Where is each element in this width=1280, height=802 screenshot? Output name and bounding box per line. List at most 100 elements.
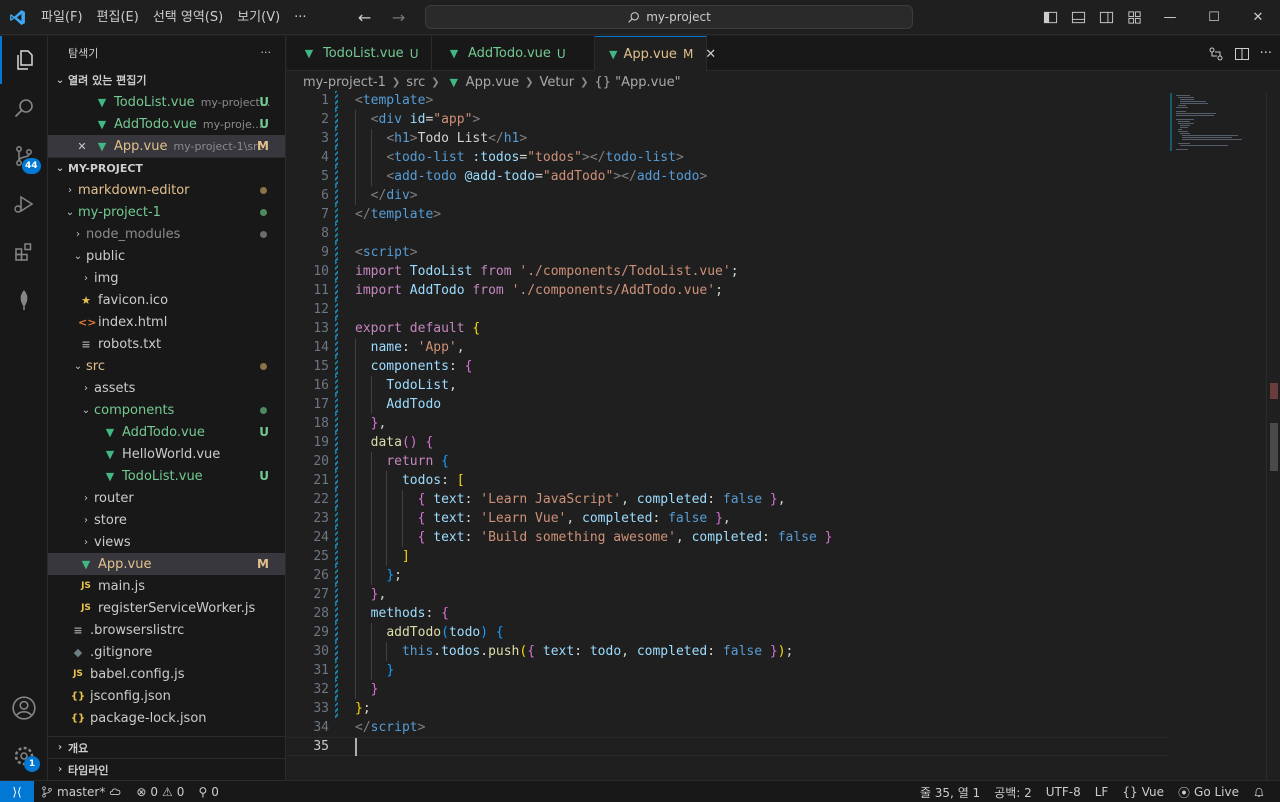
tab-close-icon[interactable]: ✕ [705,47,716,62]
code-line[interactable]: 21 todos: [ [287,471,1167,490]
code-line[interactable]: 5 <add-todo @add-todo="addTodo"></add-to… [287,167,1167,186]
code-line[interactable]: 7 </template> [287,205,1167,224]
tree-folder[interactable]: ⌄ my-project-1 [48,201,285,223]
code-line[interactable]: 34 </script> [287,718,1167,737]
project-section[interactable]: ⌄ MY-PROJECT [48,157,285,179]
tree-file[interactable]: {} jsconfig.json [48,685,285,707]
explorer-more-button[interactable]: ··· [261,46,272,59]
code-line[interactable]: 26 }; [287,566,1167,585]
extensions-icon[interactable] [0,228,48,276]
code-line[interactable]: 22 { text: 'Learn JavaScript', completed… [287,490,1167,509]
ports-status[interactable]: ⚲ 0 [191,781,225,802]
mongodb-leaf-icon[interactable] [0,276,48,324]
code-line[interactable]: 1 <template> [287,91,1167,110]
menu-edit[interactable]: 편집(E) [90,0,146,35]
code-line[interactable]: 30 this.todos.push({ text: todo, complet… [287,642,1167,661]
cursor-position[interactable]: 줄 35, 열 1 [913,781,987,802]
open-editor-item[interactable]: ▼ AddTodo.vue my-proje... U [48,113,285,135]
code-line[interactable]: 6 </div> [287,186,1167,205]
forward-arrow-icon[interactable]: → [388,8,410,27]
tree-file[interactable]: ≡ robots.txt [48,333,285,355]
close-window-icon[interactable]: ✕ [1236,0,1280,35]
code-line[interactable]: 2 <div id="app"> [287,110,1167,129]
code-line[interactable]: 4 <todo-list :todos="todos"></todo-list> [287,148,1167,167]
code-line[interactable]: 31 } [287,661,1167,680]
tab-todolist[interactable]: ▼ TodoList.vue U [287,36,432,71]
language-mode[interactable]: {} Vue [1115,781,1171,802]
vertical-scrollbar[interactable] [1266,93,1280,780]
code-editor[interactable]: 1 <template> 2 <div id="app"> 3 <h1>Todo Li… [287,91,1167,780]
toggle-panel-icon[interactable] [1064,0,1092,35]
tree-file[interactable]: ▼ TodoList.vue U [48,465,285,487]
tree-file[interactable]: ▼ HelloWorld.vue [48,443,285,465]
tree-file-selected[interactable]: ▼ App.vue M [48,553,285,575]
tree-file[interactable]: JS main.js [48,575,285,597]
code-line[interactable]: 10 import TodoList from './components/Tod… [287,262,1167,281]
run-debug-icon[interactable] [0,180,48,228]
open-editors-section[interactable]: ⌄ 열려 있는 편집기 [48,69,285,91]
code-line[interactable]: 23 { text: 'Learn Vue', completed: false… [287,509,1167,528]
customize-layout-icon[interactable] [1120,0,1148,35]
code-line[interactable]: 13 export default { [287,319,1167,338]
sync-icon[interactable] [109,786,122,798]
menu-more[interactable]: ··· [287,0,313,35]
code-line[interactable]: 9 <script> [287,243,1167,262]
editor-more-button[interactable]: ··· [1260,46,1272,61]
code-line[interactable]: 33}; [287,699,1167,718]
minimap[interactable] [1170,93,1266,153]
breadcrumb-item[interactable]: src [406,75,425,90]
back-arrow-icon[interactable]: ← [354,8,376,27]
code-line[interactable]: 29 addTodo(todo) { [287,623,1167,642]
code-line[interactable]: 14 name: 'App', [287,338,1167,357]
code-line[interactable]: 20 return { [287,452,1167,471]
breadcrumb-item[interactable]: Vetur [540,75,575,90]
breadcrumb-item[interactable]: App.vue [466,75,519,90]
problems-status[interactable]: ⊗ 0 ⚠ 0 [129,781,191,802]
code-line[interactable]: 17 AddTodo [287,395,1167,414]
code-line[interactable]: 3 <h1>Todo List</h1> [287,129,1167,148]
close-editor-icon[interactable]: ✕ [74,140,90,153]
tree-file[interactable]: ★ favicon.ico [48,289,285,311]
indentation[interactable]: 공백: 2 [987,781,1039,802]
outline-section[interactable]: › 개요 [48,736,286,758]
tree-file[interactable]: JS babel.config.js [48,663,285,685]
code-line[interactable]: 15 components: { [287,357,1167,376]
branch-status[interactable]: master* [34,781,129,802]
tree-file[interactable]: ◆ .gitignore [48,641,285,663]
tree-file[interactable]: ≡ .browserslistrc [48,619,285,641]
tree-folder[interactable]: › img [48,267,285,289]
manage-gear-icon[interactable]: 1 [0,732,48,780]
tree-folder[interactable]: › store [48,509,285,531]
tree-folder[interactable]: › views [48,531,285,553]
timeline-section[interactable]: › 타임라인 [48,758,286,780]
remote-indicator-icon[interactable]: ⟩⟨ [0,780,34,802]
menu-file[interactable]: 파일(F) [34,0,90,35]
code-line[interactable]: 8 [287,224,1167,243]
code-line[interactable]: 16 TodoList, [287,376,1167,395]
toggle-primary-sidebar-icon[interactable] [1036,0,1064,35]
menu-view[interactable]: 보기(V) [230,0,287,35]
code-line[interactable]: 28 methods: { [287,604,1167,623]
tree-folder[interactable]: ⌄ public [48,245,285,267]
tree-file[interactable]: ▼ AddTodo.vue U [48,421,285,443]
tab-addtodo[interactable]: ▼ AddTodo.vue U [432,36,595,71]
explorer-icon[interactable] [0,36,48,84]
go-live-button[interactable]: ⦿ Go Live [1171,781,1246,802]
end-of-line[interactable]: LF [1088,781,1116,802]
tree-file[interactable]: JS registerServiceWorker.js [48,597,285,619]
tree-folder[interactable]: › assets [48,377,285,399]
accounts-icon[interactable] [0,684,48,732]
maximize-icon[interactable]: ☐ [1192,0,1236,35]
tab-app[interactable]: ▼ App.vue M ✕ [595,36,716,71]
source-control-icon[interactable]: 44 [0,132,48,180]
tree-folder[interactable]: › node_modules [48,223,285,245]
breadcrumb-item[interactable]: {} "App.vue" [595,75,681,90]
menu-selection[interactable]: 선택 영역(S) [146,0,230,35]
tree-file[interactable]: {} package-lock.json [48,707,285,729]
code-line[interactable]: 25 ] [287,547,1167,566]
compare-changes-icon[interactable] [1208,46,1224,62]
tree-folder[interactable]: ⌄ src [48,355,285,377]
code-line[interactable]: 27 }, [287,585,1167,604]
tree-folder[interactable]: ⌄ components [48,399,285,421]
breadcrumb-item[interactable]: my-project-1 [303,75,386,90]
